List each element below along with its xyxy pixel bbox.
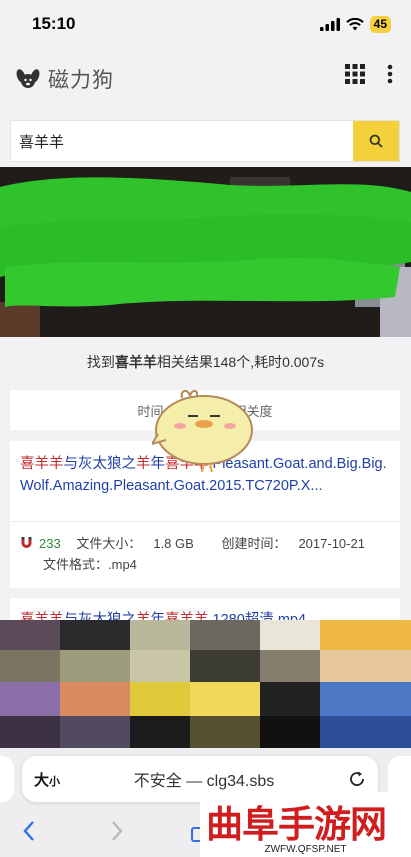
- magnet-icon[interactable]: [20, 536, 33, 549]
- url-text[interactable]: 不安全 — clg34.sbs: [60, 767, 348, 791]
- grid-menu-icon[interactable]: [345, 64, 365, 84]
- search-input[interactable]: [11, 121, 353, 161]
- title-highlight: 喜羊羊: [20, 456, 64, 472]
- search-icon: [369, 134, 383, 148]
- back-icon[interactable]: [22, 820, 36, 842]
- search-bar: [10, 120, 400, 162]
- reader-size-button[interactable]: 大小: [34, 769, 60, 790]
- format-value: .mp4: [108, 557, 137, 572]
- forward-icon[interactable]: [110, 820, 124, 842]
- title-text: 与灰太狼之: [63, 456, 137, 472]
- meta-row: 233 文件大小： 1.8 GB 创建时间： 2017-10-21: [20, 533, 392, 554]
- search-button[interactable]: [353, 121, 399, 161]
- size-label: 文件大小：: [76, 536, 142, 551]
- wifi-icon: [345, 18, 364, 31]
- created-field: 创建时间： 2017-10-21: [221, 536, 377, 551]
- created-label: 创建时间：: [221, 536, 287, 551]
- seeders-count: 233: [39, 536, 61, 551]
- reload-icon[interactable]: [348, 770, 366, 788]
- ad-banner[interactable]: [0, 167, 411, 337]
- summary-suffix: 相关结果148个,耗时0.007s: [156, 354, 325, 370]
- status-bar: 15:10 45: [0, 0, 411, 50]
- status-indicators: 45: [319, 16, 391, 33]
- watermark-url: ZWFW.QFSP.NET: [264, 844, 347, 855]
- summary-keyword: 喜羊羊: [114, 354, 157, 370]
- dog-logo-icon: [16, 69, 40, 88]
- more-vertical-icon[interactable]: [387, 64, 393, 84]
- format-row: 文件格式：.mp4: [20, 554, 392, 575]
- previous-tab-stub[interactable]: [0, 756, 14, 802]
- ad-banner-image: [0, 167, 411, 337]
- status-time: 15:10: [32, 14, 76, 33]
- video-ad[interactable]: [0, 620, 411, 748]
- battery-indicator: 45: [369, 16, 391, 33]
- cellular-signal-icon: [319, 18, 340, 31]
- created-value: 2017-10-21: [298, 536, 365, 551]
- header-actions: [345, 64, 393, 84]
- reader-size-small: 小: [49, 775, 61, 788]
- video-ad-image: [0, 620, 411, 748]
- watermark-text: 曲阜手游网: [206, 802, 387, 846]
- brand-name: 磁力狗: [48, 69, 114, 92]
- chick-mascot-image: [152, 390, 253, 472]
- site-brand[interactable]: 磁力狗: [16, 64, 114, 94]
- result-meta: 233 文件大小： 1.8 GB 创建时间： 2017-10-21 文件格式：.mp…: [20, 533, 392, 575]
- result-summary: 找到喜羊羊相关结果148个,耗时0.007s: [0, 352, 411, 372]
- watermark-logo: 曲阜手游网 ZWFW.QFSP.NET: [200, 792, 411, 857]
- title-highlight: 羊: [136, 456, 151, 472]
- summary-prefix: 找到: [86, 354, 115, 370]
- card-divider: [10, 521, 400, 522]
- reader-size-large: 大: [34, 771, 50, 789]
- format-label: 文件格式：: [43, 557, 109, 572]
- size-field: 文件大小： 1.8 GB: [76, 536, 205, 551]
- size-value: 1.8 GB: [153, 536, 194, 551]
